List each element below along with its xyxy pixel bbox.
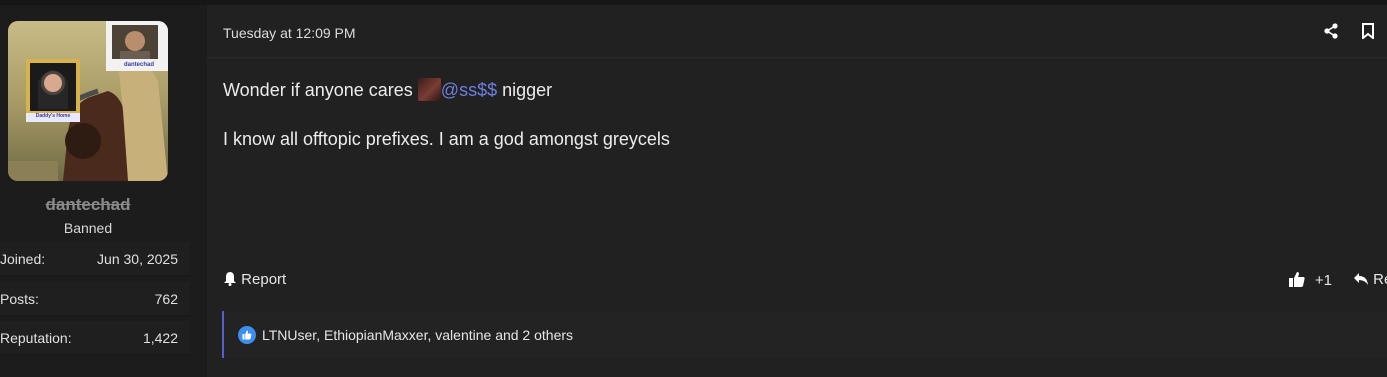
like-button[interactable]: +1 [1288,271,1332,289]
stat-value: Jun 30, 2025 [97,251,178,267]
report-label: Report [241,271,287,288]
like-reaction-icon [238,326,256,344]
post-body-line2: I know all offtopic prefixes. I am a god… [223,129,670,149]
mention-avatar[interactable] [417,78,441,101]
stat-label: Joined: [0,251,46,267]
post-text: Wonder if anyone cares [223,80,413,100]
report-button[interactable]: Report [223,271,286,288]
post-content: Tuesday at 12:09 PM Wonder if anyone car… [207,5,1387,377]
post-body-line1: Wonder if anyone cares @ss$$ nigger [223,77,552,103]
stat-posts: Posts: 762 [0,282,190,316]
avatar-badge-left: Daddy's Home [35,113,71,119]
post-date[interactable]: Tuesday at 12:09 PM [223,25,356,41]
username[interactable]: dantechad [0,195,176,215]
stat-label: Posts: [0,291,39,307]
post-text: nigger [502,80,553,100]
reactions-list[interactable]: LTNUser, EthiopianMaxxer, valentine and … [262,327,573,343]
bookmark-icon[interactable] [1361,23,1375,39]
reply-button[interactable]: Re [1353,271,1387,288]
plus-one-label: +1 [1314,272,1332,289]
thumbs-up-icon [1288,271,1306,288]
reply-icon [1353,272,1369,286]
user-mention[interactable]: @ss$$ [441,80,497,100]
avatar-badge-top: dantechad [123,62,154,68]
share-icon[interactable] [1323,23,1339,39]
reply-label: Re [1373,271,1387,288]
stat-value: 762 [154,291,178,307]
bell-icon [223,271,237,286]
reactions-bar[interactable]: LTNUser, EthiopianMaxxer, valentine and … [222,311,1387,358]
stat-value: 1,422 [142,330,178,346]
stat-joined: Joined: Jun 30, 2025 [0,242,190,276]
user-sidebar: dantechad Daddy's Home dantechad Banned … [0,5,207,377]
stat-label: Reputation: [0,330,72,346]
header-divider [207,57,1387,58]
stat-reputation: Reputation: 1,422 [0,321,190,355]
user-avatar[interactable]: dantechad Daddy's Home [8,21,168,181]
user-title: Banned [63,220,113,236]
